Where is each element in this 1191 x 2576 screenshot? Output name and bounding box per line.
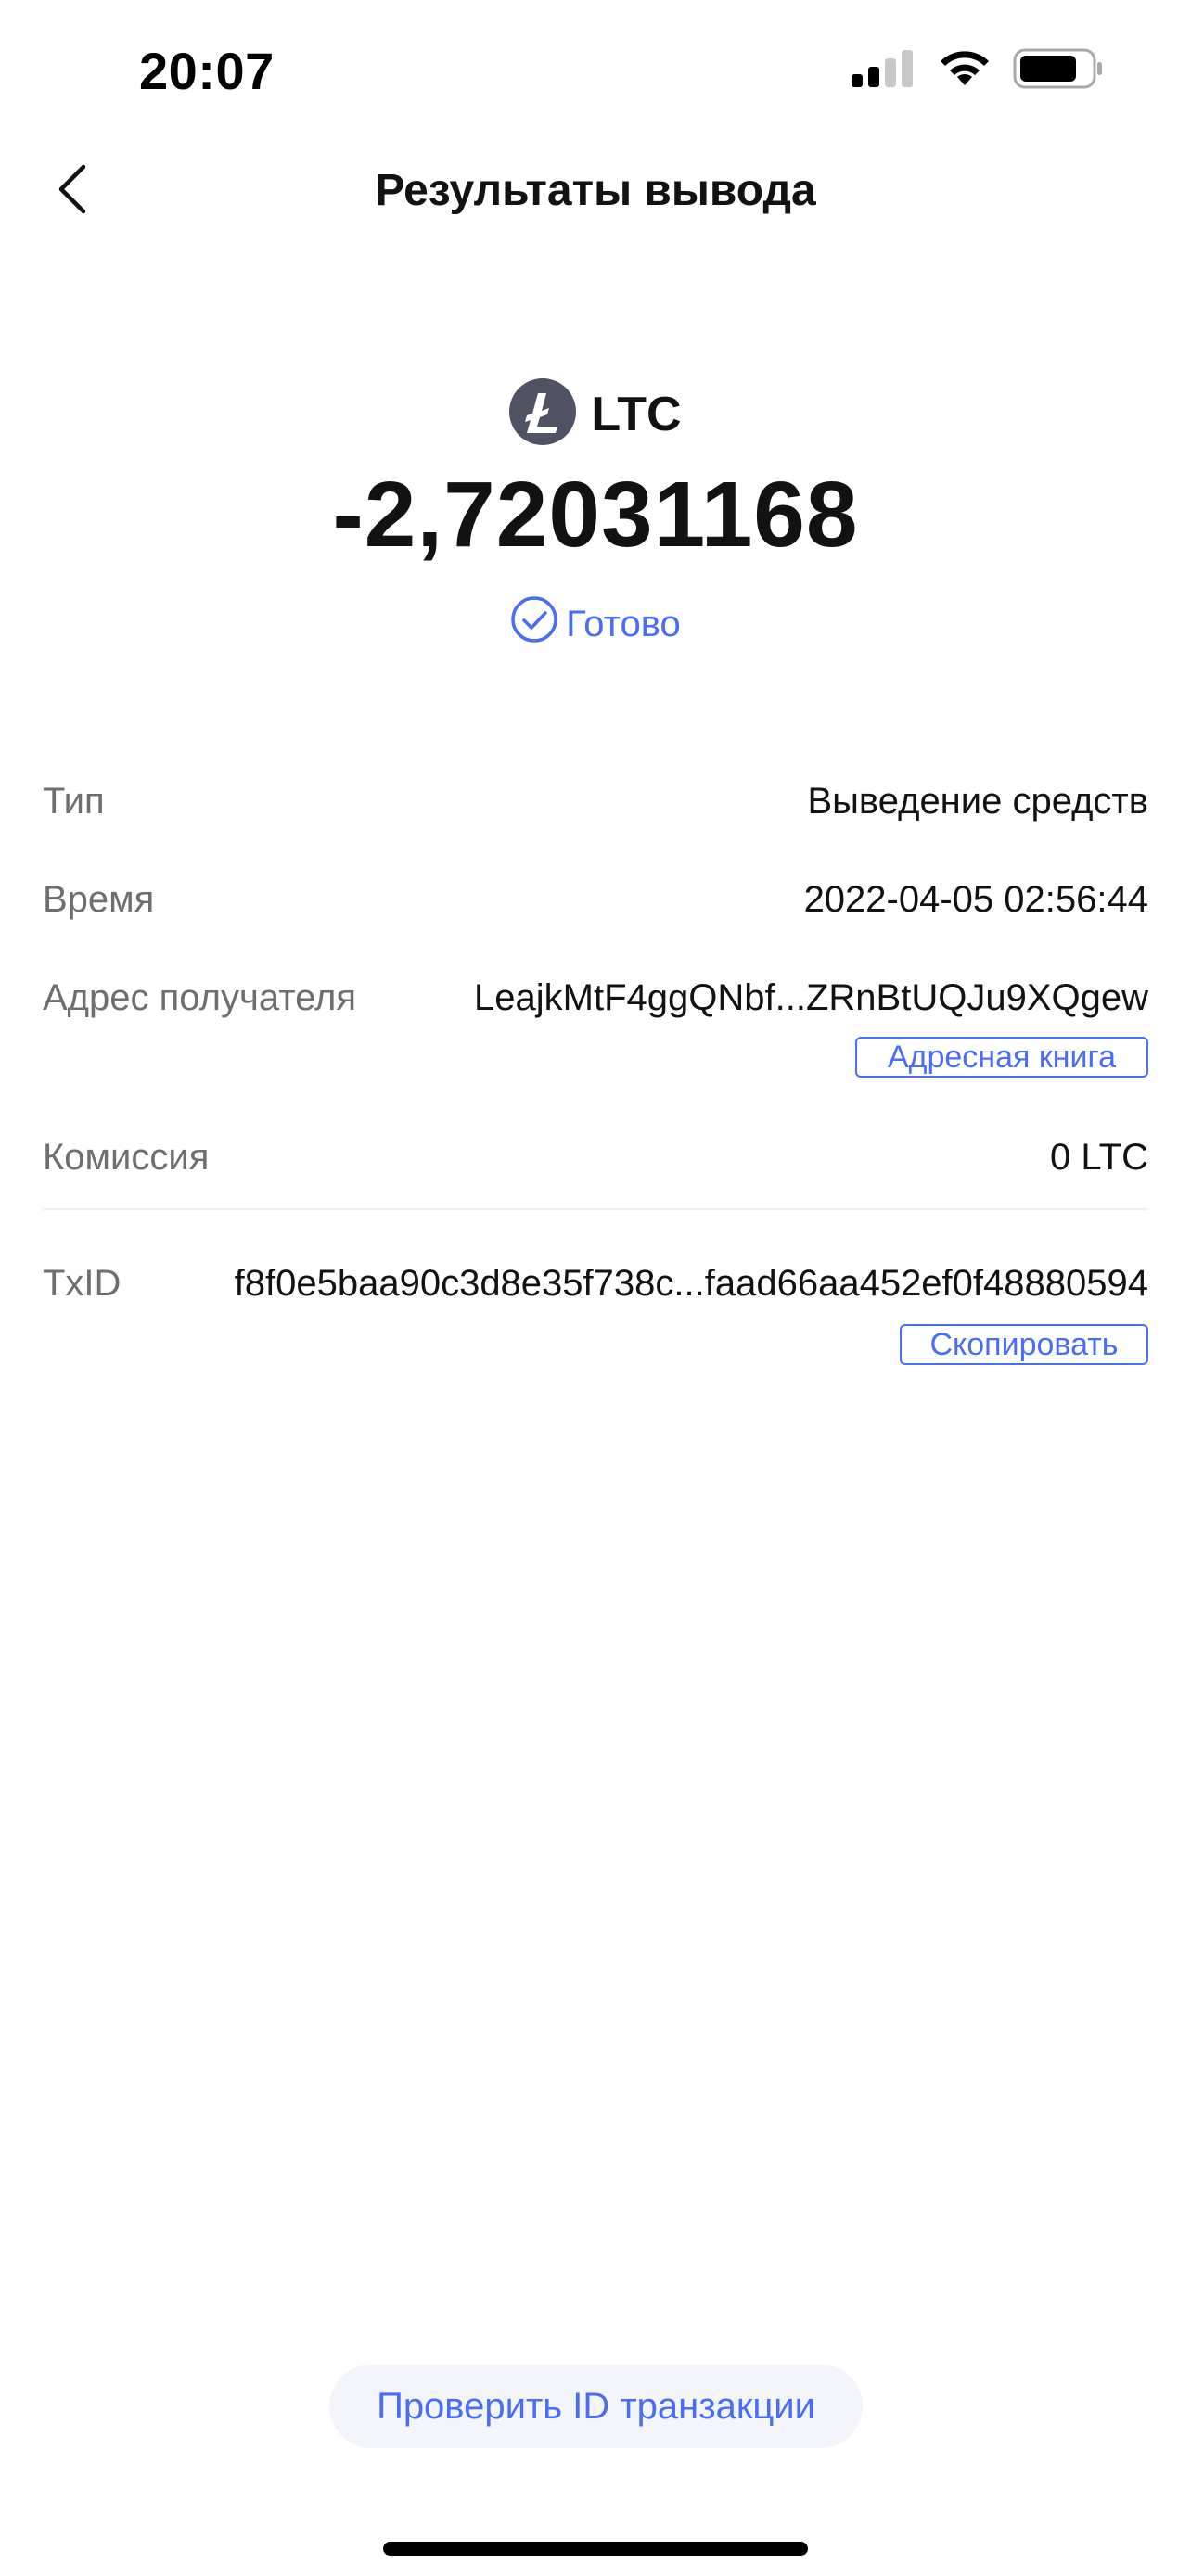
copy-txid-button[interactable]: Скопировать xyxy=(900,1324,1148,1365)
page-title: Результаты вывода xyxy=(375,166,816,215)
withdraw-amount: -2,72031168 xyxy=(332,463,859,567)
divider xyxy=(43,1208,1148,1210)
status-icons xyxy=(850,48,1104,93)
battery-icon xyxy=(1013,47,1104,95)
wifi-icon xyxy=(937,48,992,94)
time-value: 2022-04-05 02:56:44 xyxy=(803,879,1148,920)
fee-label: Комиссия xyxy=(43,1137,210,1178)
status-badge: Готово xyxy=(0,595,1191,653)
status-time: 20:07 xyxy=(139,42,275,100)
txid-label: TxID xyxy=(43,1263,122,1304)
status-text: Готово xyxy=(566,603,681,644)
address-book-button[interactable]: Адресная книга xyxy=(855,1037,1148,1078)
coin-symbol: LTC xyxy=(591,387,682,441)
check-transaction-id-button[interactable]: Проверить ID транзакции xyxy=(329,2365,863,2448)
recipient-address-value: LeajkMtF4ggQNbf...ZRnBtUQJu9XQgew xyxy=(474,977,1148,1018)
check-circle-icon xyxy=(510,595,558,653)
litecoin-icon xyxy=(509,378,577,450)
coin-header: LTC xyxy=(0,378,1191,450)
type-value: Выведение средств xyxy=(807,781,1149,822)
type-label: Тип xyxy=(43,781,105,822)
time-label: Время xyxy=(43,879,155,920)
home-indicator[interactable] xyxy=(383,2542,808,2556)
cellular-signal-icon xyxy=(850,48,916,94)
recipient-address-label: Адрес получателя xyxy=(43,977,356,1018)
txid-value: f8f0e5baa90c3d8e35f738c...faad66aa452ef0… xyxy=(234,1263,1148,1304)
fee-value: 0 LTC xyxy=(1050,1137,1148,1178)
